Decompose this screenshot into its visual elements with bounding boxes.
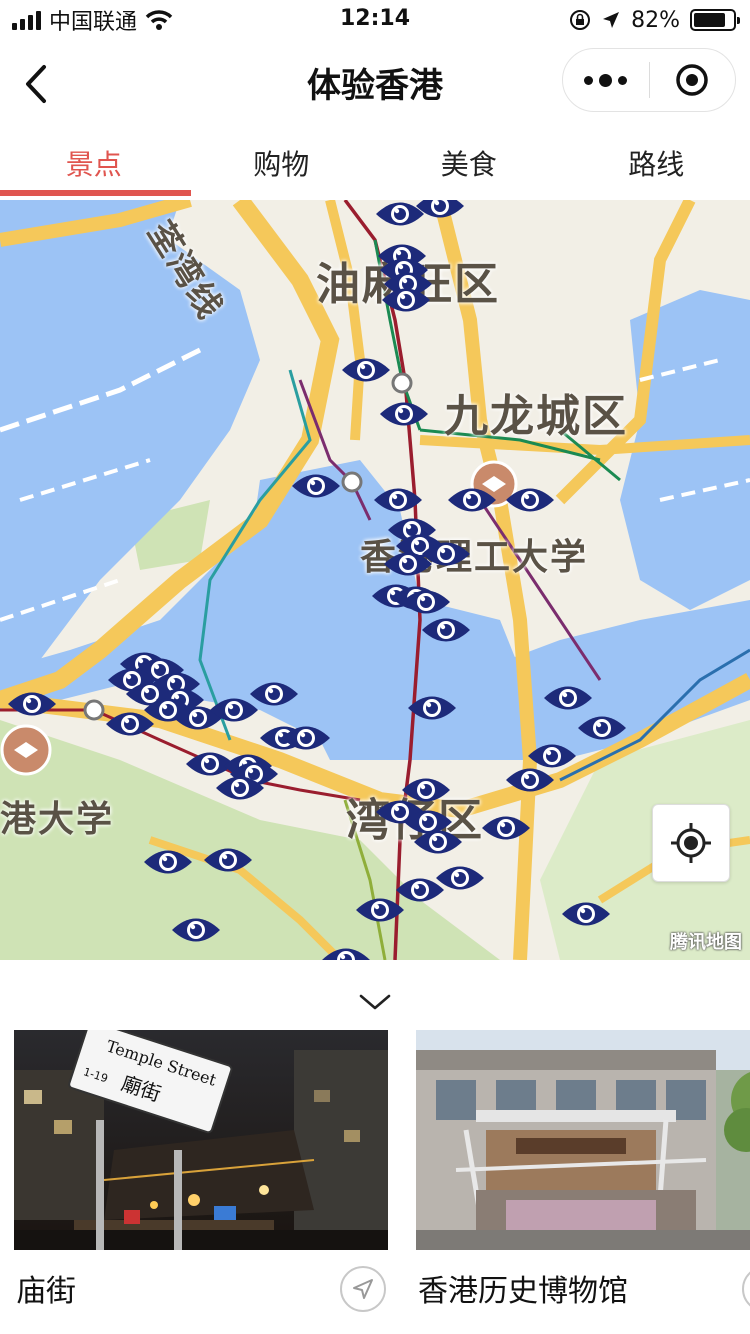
history-museum-photo xyxy=(416,1030,750,1250)
eye-marker-icon[interactable] xyxy=(542,681,594,715)
eye-marker-icon[interactable] xyxy=(340,353,392,387)
eye-marker-icon[interactable] xyxy=(576,711,628,745)
eye-marker-icon[interactable] xyxy=(504,763,556,797)
collapse-map-button[interactable] xyxy=(345,984,405,1020)
tab-food[interactable]: 美食 xyxy=(375,128,563,198)
close-button[interactable] xyxy=(650,48,736,112)
eye-marker-icon[interactable] xyxy=(170,913,222,947)
eye-marker-icon[interactable] xyxy=(406,691,458,725)
card-title: 庙街 xyxy=(16,1274,76,1309)
navigate-button[interactable] xyxy=(340,1266,386,1312)
rotation-lock-icon xyxy=(570,10,591,30)
map-view[interactable]: 油麻旺区 九龙城区 香港理工大学 湾仔区 港大学 荃湾线 腾讯地图 xyxy=(0,200,750,960)
attraction-cards: Temple Street 1-19 廟街 庙街 香港历史博物馆 xyxy=(0,1030,750,1334)
eye-marker-icon[interactable] xyxy=(104,707,156,741)
eye-marker-icon[interactable] xyxy=(446,483,498,517)
eye-marker-icon[interactable] xyxy=(382,547,434,581)
navigate-arrow-icon xyxy=(353,1279,373,1299)
eye-marker-icon[interactable] xyxy=(420,613,472,647)
battery-icon xyxy=(690,9,740,31)
more-button[interactable] xyxy=(563,48,649,112)
category-tabs: 景点 购物 美食 路线 xyxy=(0,128,750,198)
eye-marker-icon[interactable] xyxy=(380,283,432,317)
eye-marker-icon[interactable] xyxy=(142,845,194,879)
battery-percent: 82% xyxy=(631,7,680,33)
eye-marker-icon[interactable] xyxy=(6,687,58,721)
eye-marker-icon[interactable] xyxy=(372,483,424,517)
mini-program-capsule xyxy=(562,48,736,112)
eye-marker-icon[interactable] xyxy=(378,397,430,431)
nav-bar: 体验香港 xyxy=(0,40,750,128)
location-arrow-icon xyxy=(603,12,620,28)
eye-marker-icon[interactable] xyxy=(248,677,300,711)
battery-level xyxy=(694,13,726,27)
eye-marker-icon[interactable] xyxy=(480,811,532,845)
eye-marker-icon[interactable] xyxy=(412,825,464,859)
tab-shopping[interactable]: 购物 xyxy=(188,128,376,198)
tab-attractions[interactable]: 景点 xyxy=(0,128,190,198)
eye-marker-icon[interactable] xyxy=(560,897,612,931)
status-bar: 中国联通 12:14 82% xyxy=(0,0,750,40)
eye-marker-icon[interactable] xyxy=(354,893,406,927)
locate-button[interactable] xyxy=(652,804,730,882)
eye-marker-icon[interactable] xyxy=(504,483,556,517)
temple-street-photo: Temple Street 1-19 廟街 xyxy=(14,1030,388,1250)
eye-marker-icon[interactable] xyxy=(202,843,254,877)
map-label-district: 九龙城区 xyxy=(444,391,628,442)
eye-marker-icon[interactable] xyxy=(414,200,466,223)
eye-marker-icon[interactable] xyxy=(214,771,266,805)
card-title: 香港历史博物馆 xyxy=(418,1274,628,1309)
navigate-button[interactable] xyxy=(742,1266,750,1312)
eye-marker-icon[interactable] xyxy=(320,943,372,960)
attraction-card[interactable]: Temple Street 1-19 廟街 庙街 xyxy=(14,1030,388,1334)
more-dots-icon xyxy=(584,75,594,85)
map-label-university: 港大学 xyxy=(0,799,115,840)
map-credit: 腾讯地图 xyxy=(670,932,742,953)
chevron-down-icon xyxy=(359,994,391,1010)
status-right: 82% xyxy=(569,6,740,34)
tab-routes[interactable]: 路线 xyxy=(563,128,750,198)
eye-marker-icon[interactable] xyxy=(290,469,342,503)
attraction-card[interactable]: 香港历史博物馆 xyxy=(416,1030,750,1334)
eye-marker-icon[interactable] xyxy=(280,721,332,755)
crosshair-icon xyxy=(671,823,711,863)
target-close-icon xyxy=(676,64,708,96)
